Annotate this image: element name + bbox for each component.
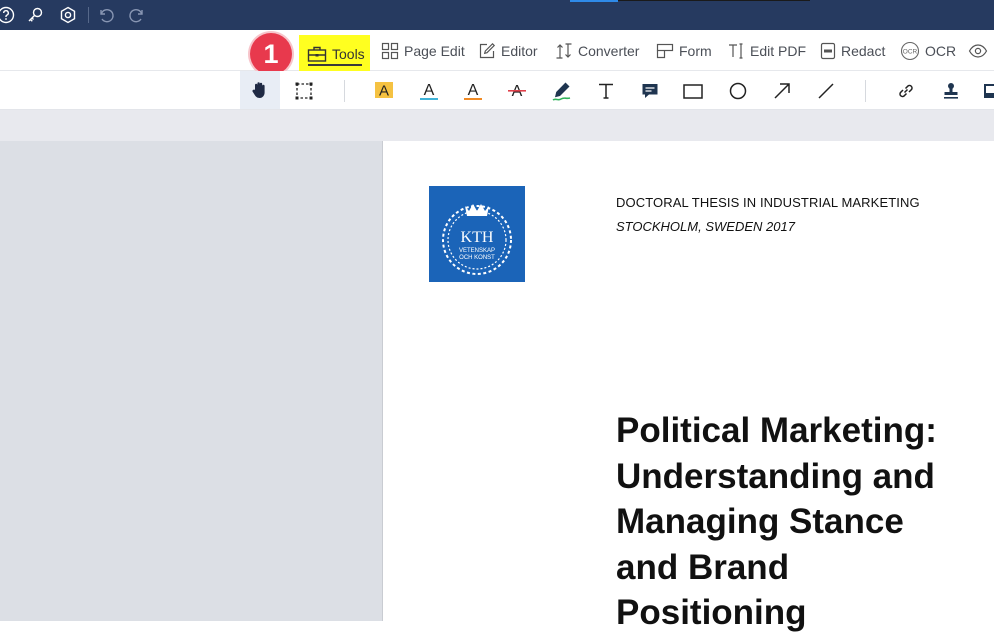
tab-redact-label: Redact: [841, 43, 886, 59]
underline-text-icon: A: [420, 82, 438, 100]
thesis-type: DOCTORAL THESIS IN INDUSTRIAL MARKETING: [616, 195, 920, 210]
text-box-tool-button[interactable]: [592, 77, 620, 105]
thesis-place: STOCKHOLM, SWEDEN 2017: [616, 219, 795, 234]
thesis-title-line: Political Marketing:: [616, 411, 937, 450]
svg-text:VETENSKAP: VETENSKAP: [459, 248, 495, 254]
link-icon: [899, 84, 913, 98]
svg-text:KTH: KTH: [461, 229, 494, 246]
grid-icon: [381, 42, 399, 60]
thesis-title: Political Marketing: Understanding and M…: [616, 408, 976, 636]
thesis-title-line: Understanding and: [616, 456, 935, 496]
hand-icon: [252, 82, 265, 98]
ocr-icon: OCR: [900, 41, 920, 61]
tab-editor[interactable]: Editor: [478, 36, 538, 66]
highlight-text-icon: A: [375, 82, 393, 100]
arrow-icon: [774, 83, 790, 99]
text-box-icon: [599, 83, 613, 99]
comment-icon: [642, 84, 658, 98]
tab-converter-label: Converter: [578, 43, 640, 59]
svg-text:A: A: [468, 82, 479, 99]
squiggly-tool-button[interactable]: A: [459, 77, 487, 105]
text-cursor-icon: [729, 43, 743, 59]
tab-tools[interactable]: Tools: [299, 35, 370, 73]
stamp-icon: [944, 83, 958, 99]
ellipse-icon: [729, 82, 747, 100]
stamp-tool-button[interactable]: [937, 77, 965, 105]
tab-ocr-label: OCR: [925, 43, 957, 59]
convert-icon: [556, 43, 572, 59]
tab-strip-edge: [618, 0, 810, 1]
redo-icon[interactable]: [127, 5, 147, 25]
line-icon: [818, 83, 834, 99]
key-icon[interactable]: [25, 5, 45, 25]
tab-view[interactable]: [968, 36, 988, 66]
squiggly-text-icon: A: [464, 82, 482, 100]
tools-toolbar: A A A A: [0, 71, 994, 110]
svg-text:A: A: [379, 83, 389, 100]
title-bar: [0, 0, 994, 30]
rectangle-icon: [683, 84, 703, 99]
tab-edit-pdf-label: Edit PDF: [750, 43, 807, 59]
kth-logo: KTH VETENSKAP OCH KONST: [429, 186, 525, 282]
pen-icon: [552, 82, 571, 101]
pen-tool-button[interactable]: [548, 77, 576, 105]
line-tool-button[interactable]: [812, 77, 840, 105]
redact-icon: [820, 42, 836, 60]
help-icon[interactable]: [0, 5, 16, 25]
tab-editor-label: Editor: [501, 43, 538, 59]
tab-page-edit-label: Page Edit: [404, 43, 465, 59]
arrow-tool-button[interactable]: [768, 77, 796, 105]
svg-text:OCR: OCR: [903, 49, 918, 56]
tab-tools-label: Tools: [332, 46, 365, 62]
menu-bar: Tools Page Edit Editor Converter Form Ed…: [0, 30, 994, 73]
comment-tool-button[interactable]: [636, 77, 664, 105]
marquee-select-icon: [295, 82, 313, 100]
step-badge: 1: [250, 33, 292, 75]
thesis-title-line: and Brand: [616, 547, 790, 587]
thesis-title-line: Managing Stance: [616, 502, 904, 541]
toolbar-divider: [865, 80, 866, 102]
edit-icon: [479, 42, 496, 59]
toolbar-divider: [344, 80, 345, 102]
titlebar-divider: [88, 7, 89, 23]
svg-text:OCH KONST: OCH KONST: [459, 255, 495, 261]
tab-converter[interactable]: Converter: [555, 36, 639, 66]
tab-edit-pdf[interactable]: Edit PDF: [727, 36, 806, 66]
active-tab-indicator: [570, 0, 618, 2]
link-tool-button[interactable]: [892, 77, 920, 105]
tab-form[interactable]: Form: [656, 36, 712, 66]
image-icon: [984, 84, 994, 98]
strikethrough-text-icon: A: [508, 83, 526, 100]
svg-text:A: A: [424, 82, 435, 99]
rectangle-tool-button[interactable]: [679, 77, 707, 105]
undo-icon[interactable]: [96, 5, 116, 25]
strikethrough-tool-button[interactable]: A: [503, 77, 531, 105]
settings-icon[interactable]: [58, 5, 78, 25]
toolbox-icon: [307, 46, 327, 62]
ribbon-spacer: [0, 110, 994, 141]
eye-icon: [968, 44, 988, 58]
image-tool-button[interactable]: [978, 77, 994, 105]
tab-form-label: Form: [679, 43, 712, 59]
highlight-tool-button[interactable]: A: [370, 77, 398, 105]
marquee-select-button[interactable]: [290, 77, 318, 105]
form-icon: [656, 43, 674, 59]
tab-page-edit[interactable]: Page Edit: [381, 36, 465, 66]
underline-tool-button[interactable]: A: [415, 77, 443, 105]
hand-tool-button[interactable]: [240, 71, 280, 109]
tab-redact[interactable]: Redact: [820, 36, 885, 66]
ellipse-tool-button[interactable]: [724, 77, 752, 105]
tab-ocr[interactable]: OCR OCR: [900, 36, 956, 66]
thesis-title-line: Positioning: [616, 593, 807, 632]
tab-tools-underline: [308, 64, 362, 66]
